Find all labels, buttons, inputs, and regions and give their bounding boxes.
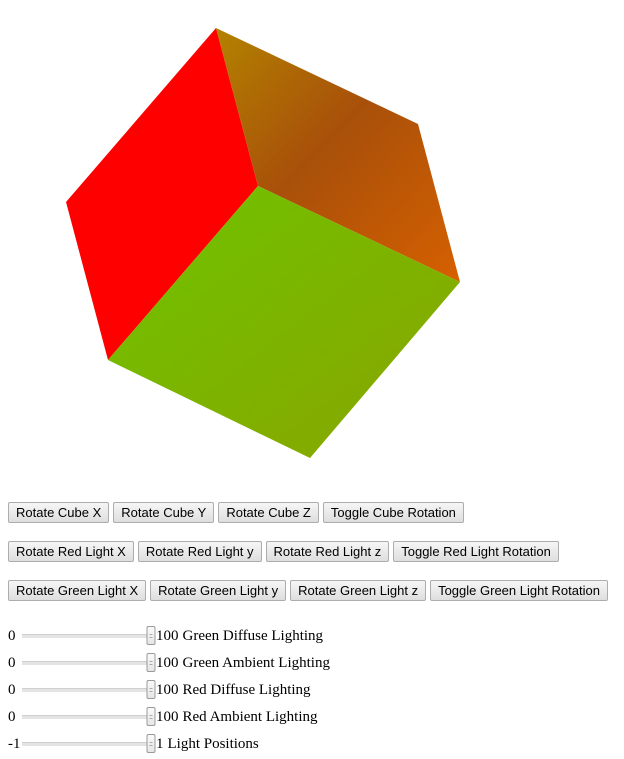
rotate-red-light-y-button[interactable]: Rotate Red Light y — [137, 541, 262, 562]
rotate-green-light-y-button[interactable]: Rotate Green Light y — [150, 580, 287, 601]
slider-rail — [22, 688, 151, 692]
cube-canvas[interactable] — [8, 8, 508, 488]
rotate-cube-y-button[interactable]: Rotate Cube Y — [113, 502, 215, 523]
slider-max-label: 1 — [156, 735, 164, 752]
light-positions-slider-row: -1 1 Light Positions — [8, 733, 259, 755]
light-positions-slider[interactable] — [22, 734, 156, 754]
slider-min-label: 0 — [8, 681, 16, 698]
red-light-controls: Rotate Red Light X Rotate Red Light y Ro… — [8, 541, 559, 562]
slider-label: Red Ambient Lighting — [182, 708, 318, 725]
slider-max-label: 100 — [156, 627, 179, 644]
red-ambient-slider[interactable] — [22, 707, 156, 727]
green-ambient-slider-row: 0 100 Green Ambient Lighting — [8, 652, 330, 674]
slider-label: Green Ambient Lighting — [182, 654, 330, 671]
rotate-green-light-z-button[interactable]: Rotate Green Light z — [290, 580, 427, 601]
slider-max-label: 100 — [156, 654, 179, 671]
slider-rail — [22, 634, 151, 638]
slider-min-label: 0 — [8, 708, 16, 725]
slider-max-label: 100 — [156, 681, 179, 698]
slider-min-label: 0 — [8, 654, 16, 671]
rotate-red-light-z-button[interactable]: Rotate Red Light z — [265, 541, 390, 562]
toggle-cube-rotation-button[interactable]: Toggle Cube Rotation — [322, 502, 464, 523]
rotate-red-light-x-button[interactable]: Rotate Red Light X — [8, 541, 134, 562]
slider-rail — [22, 742, 151, 746]
red-diffuse-slider[interactable] — [22, 680, 156, 700]
green-diffuse-slider[interactable] — [22, 626, 156, 646]
slider-thumb[interactable] — [146, 653, 156, 672]
slider-thumb[interactable] — [146, 707, 156, 726]
rotate-cube-x-button[interactable]: Rotate Cube X — [8, 502, 110, 523]
rotate-green-light-x-button[interactable]: Rotate Green Light X — [8, 580, 147, 601]
slider-rail — [22, 715, 151, 719]
slider-max-label: 100 — [156, 708, 179, 725]
slider-thumb[interactable] — [146, 734, 156, 753]
green-ambient-slider[interactable] — [22, 653, 156, 673]
slider-min-label: -1 — [8, 735, 21, 752]
toggle-green-light-rotation-button[interactable]: Toggle Green Light Rotation — [430, 580, 608, 601]
red-ambient-slider-row: 0 100 Red Ambient Lighting — [8, 706, 318, 728]
green-light-controls: Rotate Green Light X Rotate Green Light … — [8, 580, 608, 601]
toggle-red-light-rotation-button[interactable]: Toggle Red Light Rotation — [393, 541, 559, 562]
slider-rail — [22, 661, 151, 665]
slider-label: Red Diffuse Lighting — [182, 681, 311, 698]
slider-label: Light Positions — [167, 735, 259, 752]
slider-min-label: 0 — [8, 627, 16, 644]
slider-label: Green Diffuse Lighting — [182, 627, 324, 644]
rotate-cube-z-button[interactable]: Rotate Cube Z — [218, 502, 319, 523]
red-diffuse-slider-row: 0 100 Red Diffuse Lighting — [8, 679, 311, 701]
cube-controls: Rotate Cube X Rotate Cube Y Rotate Cube … — [8, 502, 464, 523]
slider-thumb[interactable] — [146, 680, 156, 699]
green-diffuse-slider-row: 0 100 Green Diffuse Lighting — [8, 625, 323, 647]
slider-thumb[interactable] — [146, 626, 156, 645]
